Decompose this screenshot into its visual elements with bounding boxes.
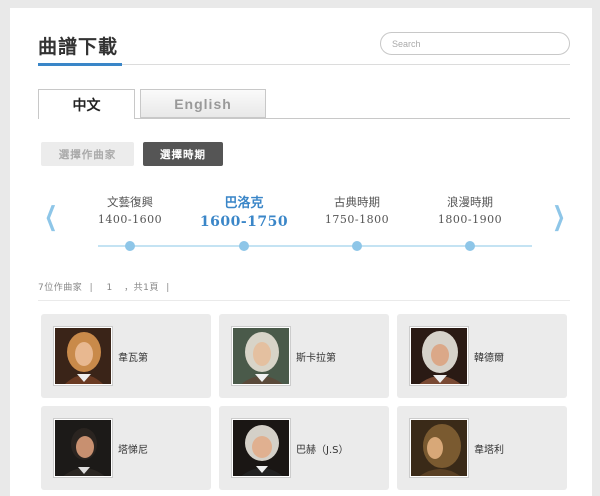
period-name: 浪漫時期 <box>447 195 493 209</box>
period-classical[interactable]: 古典時期 1750-1800 <box>307 194 407 226</box>
composer-portrait <box>231 326 291 386</box>
separator: | <box>166 283 170 293</box>
tab-english[interactable]: English <box>140 89 266 118</box>
period-name: 巴洛克 <box>224 196 264 211</box>
composer-name: 韋瓦第 <box>118 352 148 364</box>
composer-count: 7位作曲家 <box>38 283 83 293</box>
period-renaissance[interactable]: 文藝復興 1400-1600 <box>80 194 180 226</box>
period-years: 1600-1750 <box>199 214 289 230</box>
composer-portrait <box>231 418 291 478</box>
total-pages: ，共1頁 <box>124 283 159 293</box>
composer-portrait <box>53 326 113 386</box>
composer-card[interactable]: 韋塔利 <box>397 406 567 490</box>
composer-name: 韋塔利 <box>474 444 504 456</box>
select-period-button[interactable]: 選擇時期 <box>143 142 223 166</box>
composer-card[interactable]: 斯卡拉第 <box>219 314 389 398</box>
page-number[interactable]: 1 <box>107 283 113 293</box>
composer-name: 塔悌尼 <box>118 444 148 456</box>
timeline-dot[interactable] <box>465 241 475 251</box>
title-underline <box>38 63 122 66</box>
result-count: 7位作曲家 | 1 ，共1頁 | <box>38 280 174 293</box>
count-divider <box>38 300 570 301</box>
composer-card[interactable]: 韓德爾 <box>397 314 567 398</box>
timeline-dot[interactable] <box>352 241 362 251</box>
period-years: 1800-1900 <box>437 213 503 226</box>
composer-name: 巴赫（J.S） <box>296 444 349 456</box>
separator: | <box>89 283 94 293</box>
chevron-left-icon[interactable]: ❮ <box>44 204 57 230</box>
composer-name: 斯卡拉第 <box>296 352 336 364</box>
chevron-right-icon[interactable]: ❯ <box>552 204 565 230</box>
period-years: 1400-1600 <box>97 213 163 226</box>
composer-name: 韓德爾 <box>474 352 504 364</box>
page-container: 曲譜下載 中文 English 選擇作曲家 選擇時期 ❮ ❯ 文藝復興 1400… <box>10 8 592 496</box>
period-romantic[interactable]: 浪漫時期 1800-1900 <box>420 194 520 226</box>
period-years: 1750-1800 <box>324 213 390 226</box>
composer-card[interactable]: 巴赫（J.S） <box>219 406 389 490</box>
timeline-dot[interactable] <box>239 241 249 251</box>
timeline-dot[interactable] <box>125 241 135 251</box>
select-composer-button[interactable]: 選擇作曲家 <box>41 142 134 166</box>
period-name: 文藝復興 <box>107 195 153 209</box>
composer-card[interactable]: 塔悌尼 <box>41 406 211 490</box>
page-title: 曲譜下載 <box>38 36 119 58</box>
composer-portrait <box>409 326 469 386</box>
header-divider <box>122 64 570 65</box>
period-name: 古典時期 <box>334 195 380 209</box>
period-baroque[interactable]: 巴洛克 1600-1750 <box>194 192 294 230</box>
tab-chinese[interactable]: 中文 <box>38 89 135 119</box>
composer-portrait <box>53 418 113 478</box>
composer-card[interactable]: 韋瓦第 <box>41 314 211 398</box>
composer-portrait <box>409 418 469 478</box>
search-input[interactable] <box>380 32 570 55</box>
